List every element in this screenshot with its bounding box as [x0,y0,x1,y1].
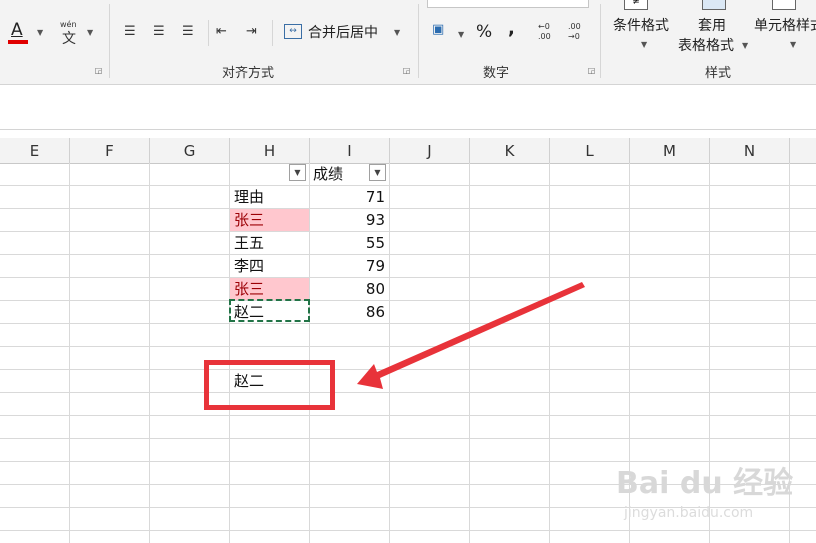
annotation-highlight-box [204,360,335,410]
gridline [0,185,816,186]
phonetic-dropdown[interactable]: ▼ [87,28,93,37]
gridline [469,163,470,543]
percent-style-button[interactable]: % [476,22,492,42]
font-color-icon: A [11,20,23,40]
separator [600,4,601,78]
gridline [69,163,70,543]
gridline [0,392,816,393]
accounting-format-dropdown[interactable]: ▼ [458,30,464,39]
accounting-format-icon[interactable]: ▣ [432,22,444,37]
name-cell[interactable]: 王五 [230,232,309,254]
gridline [0,231,816,232]
phonetic-button[interactable]: wén 文 [58,20,82,47]
number-group-launcher-icon[interactable]: ◲ [587,66,596,75]
column-header-l[interactable]: L [550,138,630,163]
watermark-url: jingyan.baidu.com [624,505,754,521]
number-group-label: 数字 [483,66,510,81]
name-cell-highlighted[interactable]: 张三 [230,209,309,231]
copy-marquee-selection [229,299,310,322]
separator [208,20,209,46]
score-header-cell[interactable]: 成绩 [313,163,373,185]
cell-styles-dropdown-icon: ▼ [790,40,797,49]
format-as-table-dropdown-icon: ▼ [742,41,749,50]
merge-center-icon: ↔ [284,24,302,39]
ribbon: A ▼ wén 文 ▼ ◲ ☰ ☰ ☰ ⇤ ⇥ ↔ 合并后居中 ▼ 对齐方式 ◲… [0,0,816,85]
conditional-format-icon: ≠ [624,0,648,10]
merge-center-dropdown-icon: ▼ [394,28,401,37]
column-header-i[interactable]: I [310,138,390,163]
format-as-table-icon [702,0,726,10]
font-color-button[interactable]: A [8,20,32,44]
name-cell-highlighted[interactable]: 张三 [230,278,309,300]
conditional-format-button[interactable]: ≠ 条件格式 ▼ [608,0,678,56]
conditional-format-label: 条件格式 [613,18,669,34]
watermark-logo: Bai du 经验 [616,466,794,501]
gridline [0,208,816,209]
gridline [0,277,816,278]
column-header-f[interactable]: F [70,138,150,163]
increase-indent-icon[interactable]: ⇥ [246,24,257,39]
name-cell[interactable]: 理由 [230,186,309,208]
phonetic-icon: 文 [62,31,76,47]
number-format-box[interactable] [427,0,589,8]
score-cell[interactable]: 79 [310,255,389,277]
comma-style-button[interactable]: , [508,18,515,39]
column-header-m[interactable]: M [630,138,710,163]
align-right-icon[interactable]: ☰ [182,24,194,39]
alignment-group-label: 对齐方式 [222,66,275,81]
cell-styles-icon [772,0,796,10]
cell-styles-label: 单元格样式 [754,18,816,34]
separator [418,4,419,78]
separator [109,4,110,78]
increase-decimal-button[interactable]: ←0 .00 [538,22,558,42]
column-header-g[interactable]: G [150,138,230,163]
format-as-table-label-1: 套用 [698,18,726,34]
separator [272,20,273,46]
column-header-j[interactable]: J [390,138,470,163]
font-color-dropdown[interactable]: ▼ [37,28,43,37]
column-header-h[interactable]: H [230,138,310,163]
score-cell[interactable]: 71 [310,186,389,208]
font-color-bar [8,40,28,44]
formula-bar[interactable] [0,85,816,130]
gridline [0,323,816,324]
gridline [149,163,150,543]
gridline [0,369,816,370]
alignment-group-launcher-icon[interactable]: ◲ [402,66,411,75]
merge-center-label: 合并后居中 [308,25,378,41]
styles-group-label: 样式 [705,66,732,81]
gridline [389,163,390,543]
gridline [0,300,816,301]
format-as-table-button[interactable]: 套用 表格格式 ▼ [676,0,752,56]
gridline [0,438,816,439]
column-header-e[interactable]: E [0,138,70,163]
column-header-row: E F G H I J K L M N [0,138,816,164]
score-cell[interactable]: 93 [310,209,389,231]
column-header-n[interactable]: N [710,138,790,163]
gridline [549,163,550,543]
score-cell[interactable]: 80 [310,278,389,300]
conditional-format-dropdown-icon: ▼ [641,40,648,49]
gridline [0,346,816,347]
score-cell[interactable]: 55 [310,232,389,254]
merge-center-button[interactable]: ↔ 合并后居中 ▼ [282,20,402,44]
font-group-launcher-icon[interactable]: ◲ [94,66,103,75]
gridline [0,415,816,416]
name-cell[interactable]: 李四 [230,255,309,277]
column-header-k[interactable]: K [470,138,550,163]
gridline [0,530,816,531]
decrease-decimal-button[interactable]: .00 →0 [568,22,588,42]
decrease-indent-icon[interactable]: ⇤ [216,24,227,39]
gridline [0,254,816,255]
score-cell[interactable]: 86 [310,301,389,323]
filter-dropdown-h-icon[interactable]: ▼ [289,164,306,181]
align-center-icon[interactable]: ☰ [153,24,165,39]
filter-dropdown-i-icon[interactable]: ▼ [369,164,386,181]
cell-styles-button[interactable]: 单元格样式 ▼ [752,0,816,56]
format-as-table-label-2: 表格格式 [678,38,734,54]
align-left-icon[interactable]: ☰ [124,24,136,39]
